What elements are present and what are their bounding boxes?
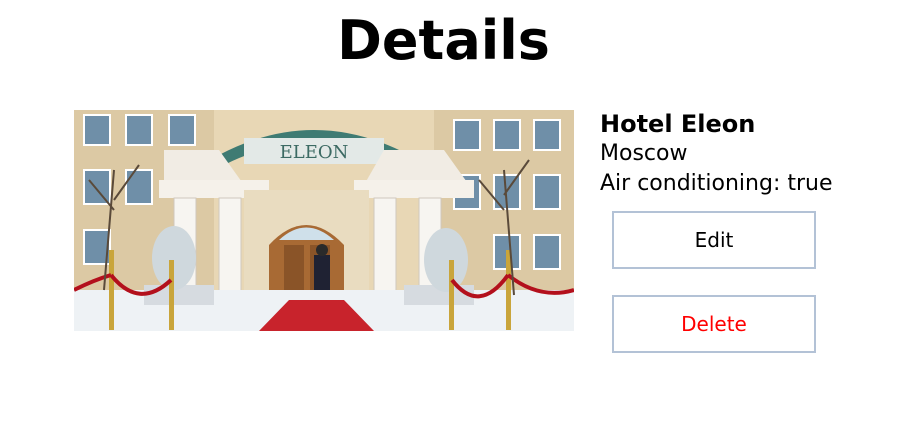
- details-page: Details ELEON Hotel Eleon Moscow Air con…: [0, 0, 901, 432]
- hotel-air-conditioning: Air conditioning: true: [600, 171, 833, 196]
- hotel-details: Hotel Eleon Moscow Air conditioning: tru…: [600, 109, 890, 199]
- hotel-sign-text: ELEON: [280, 142, 349, 163]
- hotel-name: Hotel Eleon: [600, 110, 756, 138]
- page-title: Details: [337, 9, 550, 72]
- edit-button[interactable]: Edit: [612, 211, 816, 269]
- hotel-city: Moscow: [600, 141, 688, 166]
- delete-button[interactable]: Delete: [612, 295, 816, 353]
- hotel-photo: ELEON: [74, 110, 574, 331]
